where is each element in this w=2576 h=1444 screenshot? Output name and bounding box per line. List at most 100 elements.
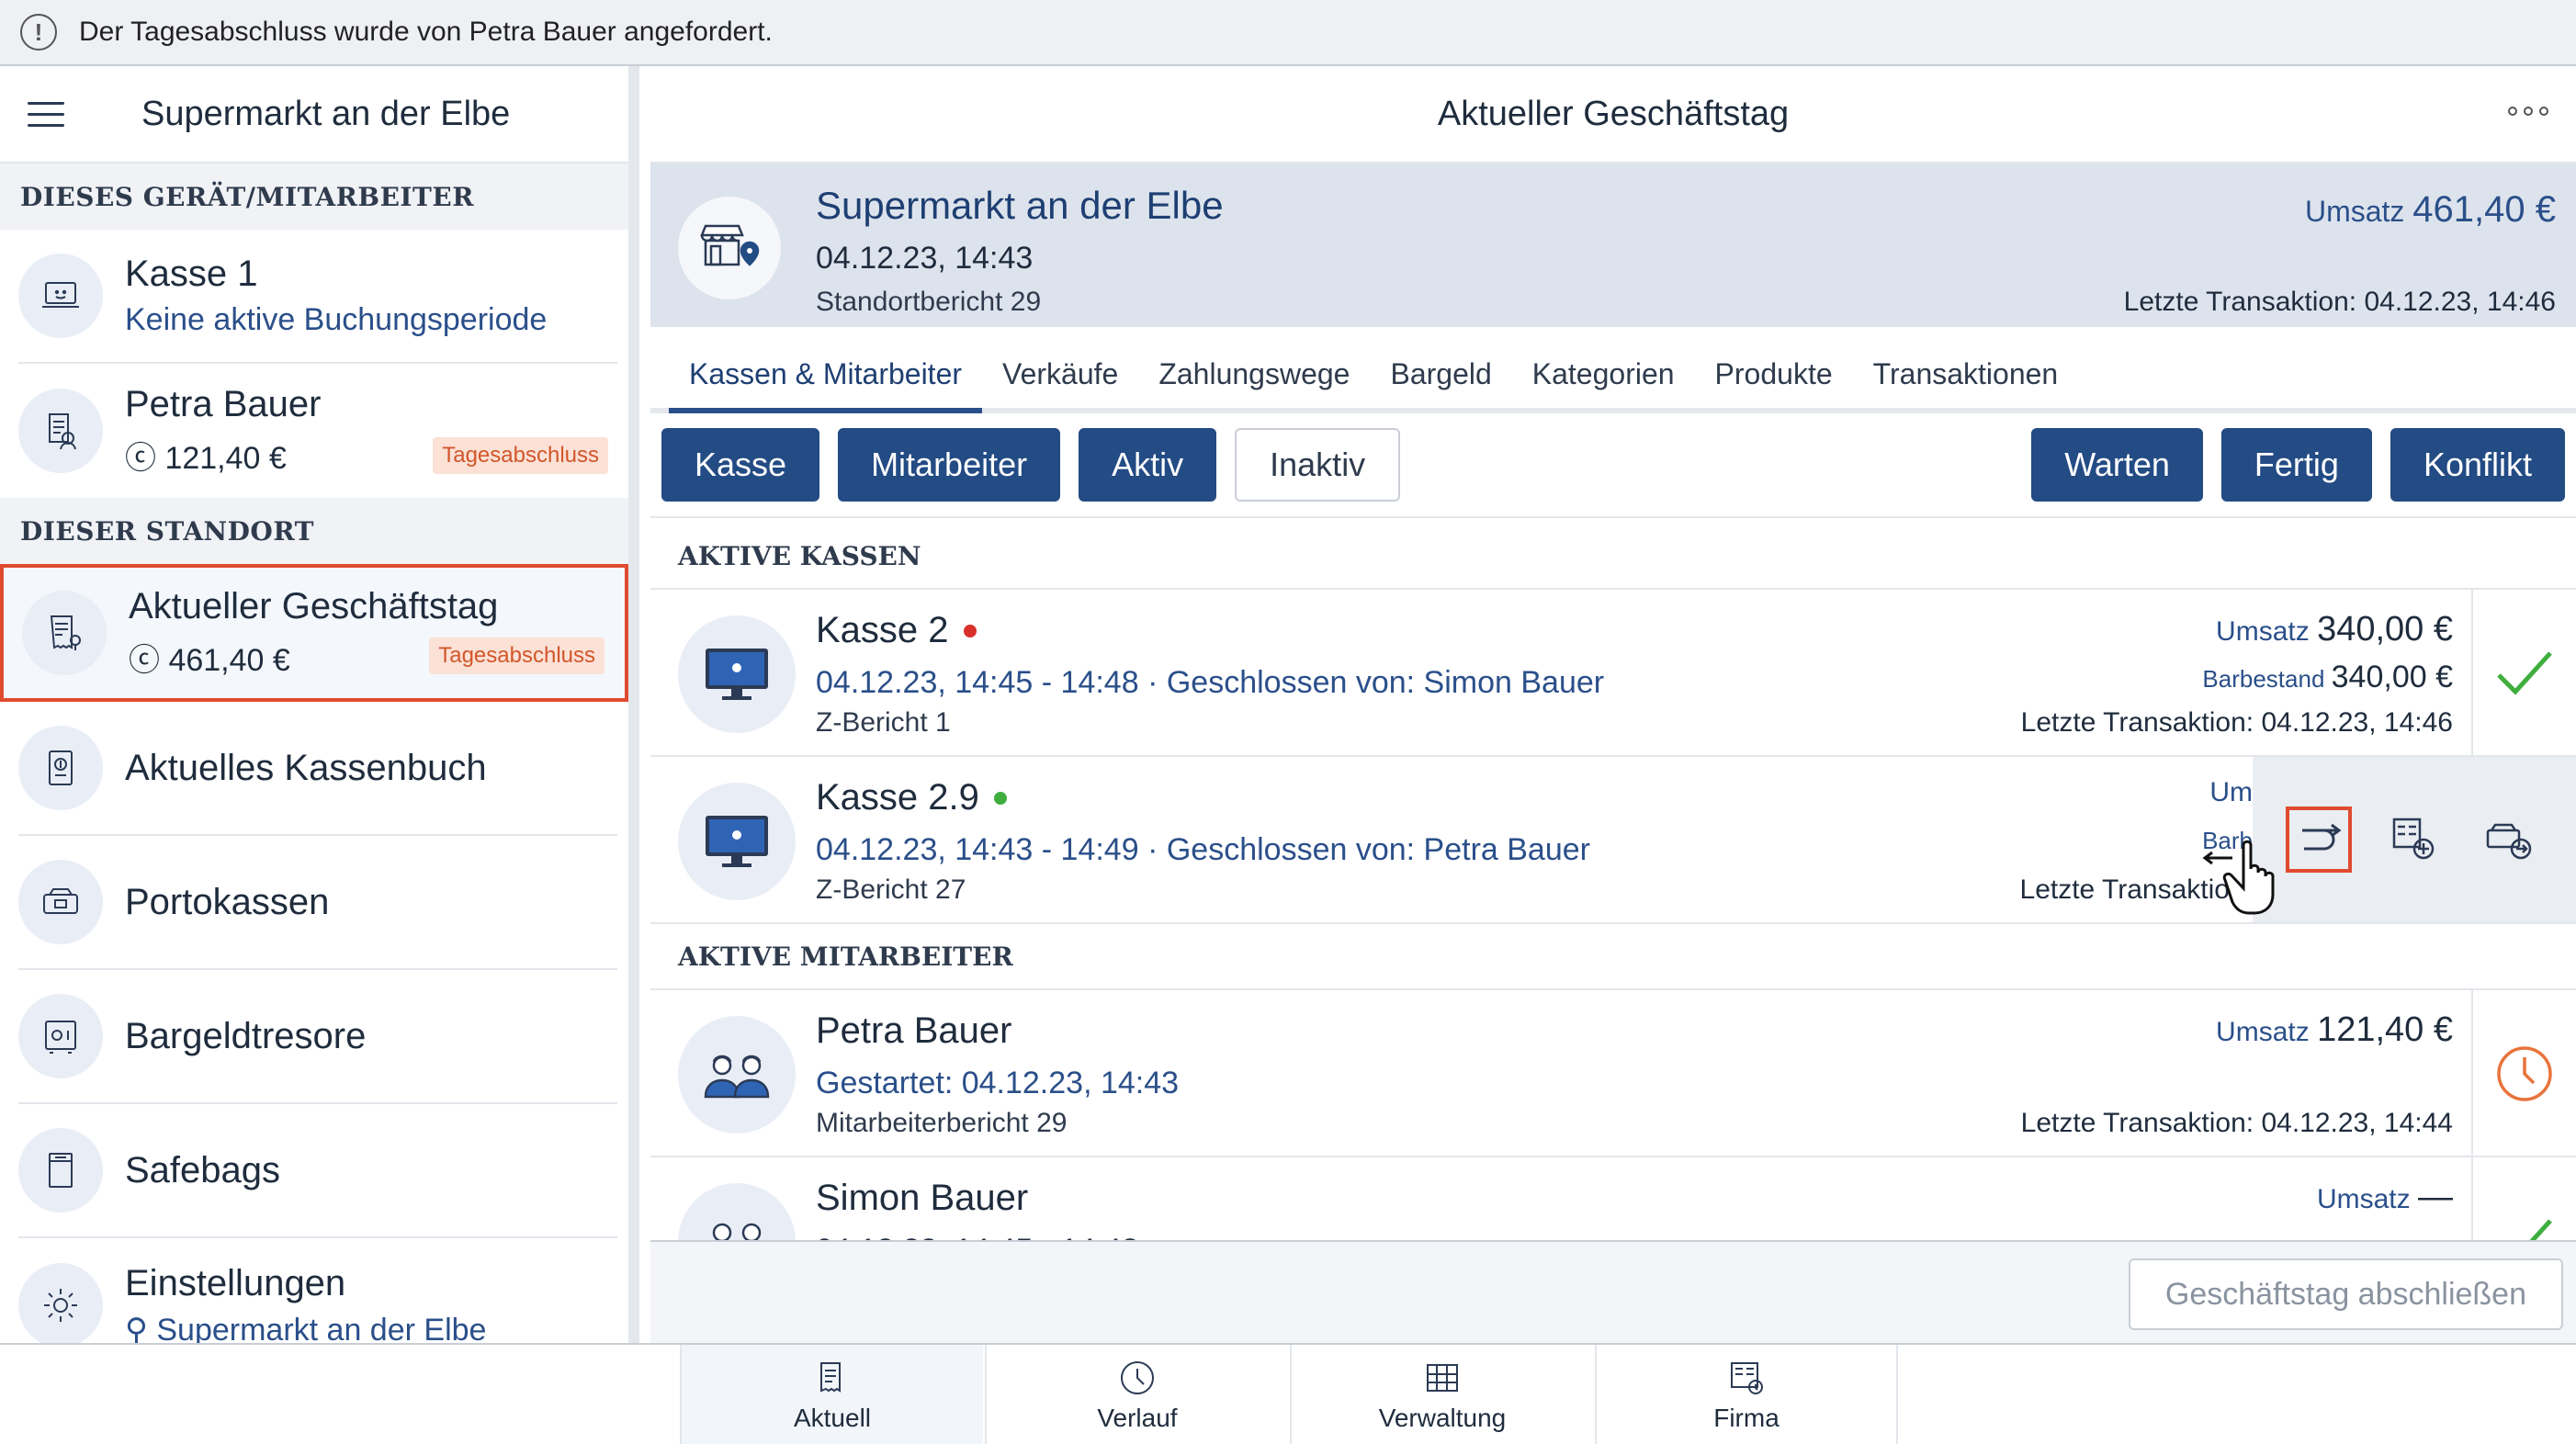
sidebar-item-geschaeftstag[interactable]: Aktueller Geschäftstag ⓒ 461,40 € Tagesa…: [0, 564, 628, 702]
kasse-title: Kasse 1: [125, 254, 258, 294]
list-item-kasse-2[interactable]: Kasse 2 04.12.23, 14:45 - 14:48 · Geschl…: [650, 590, 2576, 757]
sidebar-item-user[interactable]: Petra Bauer ⓒ 121,40 € Tagesabschluss: [18, 364, 617, 498]
info-icon: !: [20, 14, 57, 51]
cashbox-icon: [18, 860, 103, 944]
mitarbeiter-name: Petra Bauer: [816, 1010, 1012, 1051]
store-umsatz: Umsatz 461,40 €: [2304, 189, 2556, 230]
safebag-icon: [18, 1128, 103, 1213]
nav-verwaltung[interactable]: Verwaltung: [1290, 1345, 1593, 1444]
portokassen-title: Portokassen: [125, 881, 330, 922]
sidebar-item-safebags[interactable]: Safebags: [18, 1104, 617, 1238]
filter-aktiv-button[interactable]: Aktiv: [1079, 428, 1217, 502]
users-icon: [678, 1183, 796, 1240]
check-icon: [2471, 1157, 2576, 1240]
sidebar-title: Supermarkt an der Elbe: [141, 94, 511, 133]
filter-mitarbeiter-button[interactable]: Mitarbeiter: [838, 428, 1061, 502]
section-aktive-kassen: AKTIVE KASSEN: [650, 524, 2576, 590]
receipt-icon: [820, 1362, 841, 1393]
mitarbeiter-report: Mitarbeiterbericht 29: [816, 1108, 1068, 1138]
main-header: Aktueller Geschäftstag: [650, 66, 2576, 164]
filter-konflikt-button[interactable]: Konflikt: [2390, 428, 2565, 502]
tab-kategorien[interactable]: Kategorien: [1512, 357, 1695, 408]
section-device: DIESES GERÄT/MITARBEITER: [0, 164, 628, 230]
laptop-icon: [18, 254, 103, 338]
sidebar-header: Supermarkt an der Elbe: [0, 66, 628, 164]
einstellungen-subtitle: Supermarkt an der Elbe: [156, 1312, 487, 1348]
location-pin-icon: ⚲: [125, 1312, 148, 1348]
main-panel: Aktueller Geschäftstag Supermarkt an der…: [650, 66, 2576, 1343]
tab-verkaeufe[interactable]: Verkäufe: [982, 357, 1138, 408]
check-icon: [2471, 590, 2576, 757]
nav-verlauf[interactable]: Verlauf: [985, 1345, 1288, 1444]
kasse-period: 04.12.23, 14:45 - 14:48 · Geschlossen vo…: [816, 665, 1605, 700]
sidebar: Supermarkt an der Elbe DIESES GERÄT/MITA…: [0, 66, 639, 1348]
content-list: AKTIVE KASSEN Kasse 2 04.12.23, 14:45 - …: [650, 524, 2576, 1240]
kasse-report: Z-Bericht 27: [816, 874, 966, 905]
menu-icon[interactable]: [28, 101, 64, 127]
cash-icon: ⓒ: [129, 643, 160, 678]
kasse-report: Z-Bericht 1: [816, 707, 951, 738]
clock-icon: [2471, 990, 2576, 1157]
summary-card: Supermarkt an der Elbe 04.12.23, 14:43 S…: [650, 164, 2576, 327]
tab-produkte[interactable]: Produkte: [1695, 357, 1853, 408]
user-amount: 121,40 €: [164, 441, 287, 476]
list-item-petra-bauer[interactable]: Petra Bauer Gestartet: 04.12.23, 14:43 M…: [650, 990, 2576, 1157]
more-icon[interactable]: [2508, 107, 2548, 116]
status-badge: Tagesabschluss: [433, 437, 608, 474]
nav-label: Verlauf: [1097, 1404, 1178, 1432]
kasse-umsatz: Umsatz 340,00 €: [2216, 610, 2453, 649]
receipt-location-icon: [22, 591, 107, 675]
geschaeftstag-amount: 461,40 €: [168, 643, 290, 678]
kasse-name: Kasse 2: [816, 610, 949, 650]
kassenbuch-title: Aktuelles Kassenbuch: [125, 747, 487, 788]
nav-label: Firma: [1713, 1404, 1779, 1432]
bottom-navigation: Aktuell Verlauf Verwaltung Firma: [0, 1343, 2576, 1444]
sidebar-item-kasse[interactable]: Kasse 1 Keine aktive Buchungsperiode: [18, 230, 617, 364]
user-title: Petra Bauer: [125, 384, 322, 424]
einstellungen-title: Einstellungen: [125, 1262, 346, 1303]
add-report-action-button[interactable]: [2381, 807, 2447, 873]
store-location-icon: [678, 197, 781, 299]
kasse-umsatz: Um: [2209, 777, 2253, 807]
filter-warten-button[interactable]: Warten: [2031, 428, 2203, 502]
kasse-barbestand: Barbestand 340,00 €: [2202, 660, 2453, 694]
monitor-icon: [678, 615, 796, 733]
notification-banner: ! Der Tagesabschluss wurde von Petra Bau…: [0, 0, 2576, 66]
sidebar-item-bargeldtresore[interactable]: Bargeldtresore: [18, 970, 617, 1104]
users-icon: [678, 1016, 796, 1134]
nav-aktuell[interactable]: Aktuell: [680, 1345, 983, 1444]
company-icon: [1731, 1362, 1763, 1394]
hand-cursor-icon: [2202, 840, 2275, 915]
nav-firma[interactable]: Firma: [1595, 1345, 1898, 1444]
mitarbeiter-umsatz: Umsatz —: [2316, 1178, 2453, 1216]
mitarbeiter-period: 04.12.23, 14:45 - 14:48: [816, 1233, 1139, 1240]
filter-fertig-button[interactable]: Fertig: [2220, 428, 2372, 502]
filter-inaktiv-button[interactable]: Inaktiv: [1235, 428, 1401, 502]
sidebar-item-kassenbuch[interactable]: Aktuelles Kassenbuch: [18, 702, 617, 836]
tab-bar: Kassen & Mitarbeiter Verkäufe Zahlungswe…: [650, 327, 2576, 413]
list-item-kasse-2-9[interactable]: Kasse 2.9 04.12.23, 14:43 - 14:49 · Gesc…: [650, 757, 2576, 924]
status-dot-red: [963, 624, 977, 637]
store-name: Supermarkt an der Elbe: [816, 184, 1224, 227]
filter-kasse-button[interactable]: Kasse: [661, 428, 820, 502]
store-report: Standortbericht 29: [816, 287, 1042, 317]
close-business-day-button[interactable]: Geschäftstag abschließen: [2128, 1258, 2563, 1330]
tab-zahlungswege[interactable]: Zahlungswege: [1138, 357, 1370, 408]
kasse-last-transaction: Letzte Transaktion: 04.12.23, 14:46: [2020, 707, 2453, 738]
list-item-simon-bauer[interactable]: Simon Bauer 04.12.23, 14:45 - 14:48 Umsa…: [650, 1157, 2576, 1240]
gear-icon: [18, 1263, 103, 1348]
kasse-period: 04.12.23, 14:43 - 14:49 · Geschlossen vo…: [816, 832, 1590, 867]
geschaeftstag-title: Aktueller Geschäftstag: [129, 586, 499, 626]
tab-kassen-mitarbeiter[interactable]: Kassen & Mitarbeiter: [669, 357, 983, 413]
tab-transaktionen[interactable]: Transaktionen: [1853, 357, 2079, 408]
monitor-icon: [678, 783, 796, 900]
grid-icon: [1427, 1364, 1458, 1392]
mitarbeiter-name: Simon Bauer: [816, 1178, 1029, 1218]
cashbox-forward-action-button[interactable]: [2477, 807, 2543, 873]
tab-bargeld[interactable]: Bargeld: [1370, 357, 1511, 408]
mitarbeiter-umsatz: Umsatz 121,40 €: [2216, 1010, 2453, 1049]
mitarbeiter-last-transaction: Letzte Transaktion: 04.12.23, 14:44: [2020, 1108, 2453, 1138]
section-aktive-mitarbeiter: AKTIVE MITARBEITER: [650, 924, 2576, 990]
footer-bar: Geschäftstag abschließen: [650, 1240, 2576, 1343]
sidebar-item-portokassen[interactable]: Portokassen: [18, 836, 617, 970]
